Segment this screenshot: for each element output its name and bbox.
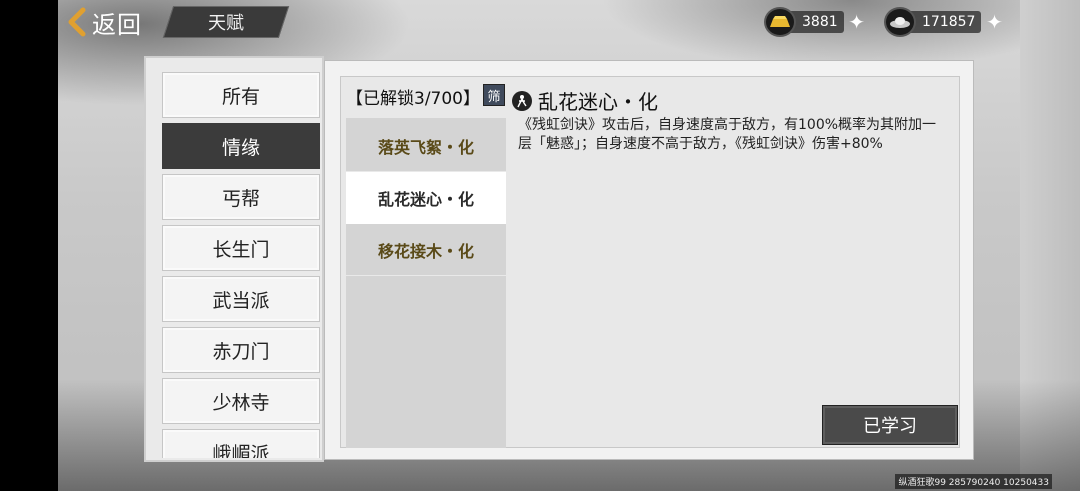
detail-title: 乱花迷心・化 bbox=[538, 90, 658, 114]
category-label: 赤刀门 bbox=[212, 340, 270, 363]
category-changshengmen[interactable]: 长生门 bbox=[162, 225, 320, 271]
talent-list: 落英飞絮・化 乱花迷心・化 移花接木・化 bbox=[346, 118, 506, 448]
category-label: 所有 bbox=[221, 85, 260, 108]
silver-currency: 171857 ✦ bbox=[884, 7, 1003, 37]
back-button[interactable]: 返回 bbox=[66, 4, 142, 40]
category-label: 少林寺 bbox=[212, 391, 270, 414]
silver-amount-bar: 171857 bbox=[908, 11, 982, 33]
gold-ingot-icon bbox=[764, 7, 796, 37]
unlock-count: 【已解锁3/700】 bbox=[346, 89, 480, 109]
page-title: 天赋 bbox=[208, 13, 244, 34]
silver-ingot-icon bbox=[884, 7, 916, 37]
category-label: 长生门 bbox=[212, 238, 270, 261]
category-emeipai[interactable]: 峨嵋派 bbox=[162, 429, 320, 458]
detail-header: 乱花迷心・化 bbox=[512, 86, 658, 115]
category-label: 情缘 bbox=[221, 136, 260, 159]
detail-description: 《残虹剑诀》攻击后，自身速度高于敌方，有100%概率为其附加一层「魅惑」；自身速… bbox=[518, 117, 937, 152]
gold-amount: 3881 bbox=[802, 14, 838, 30]
category-all[interactable]: 所有 bbox=[162, 72, 320, 118]
silver-amount: 171857 bbox=[922, 14, 976, 30]
server-info: 纵酒狂歌99 285790240 10250433 bbox=[895, 474, 1052, 489]
category-label: 丐帮 bbox=[221, 187, 260, 210]
category-label: 武当派 bbox=[212, 289, 270, 312]
category-label: 峨嵋派 bbox=[212, 442, 270, 459]
talent-label: 移花接木・化 bbox=[377, 241, 474, 261]
talent-item[interactable]: 落英飞絮・化 bbox=[346, 120, 506, 172]
left-letterbox bbox=[0, 0, 58, 491]
talent-label: 落英飞絮・化 bbox=[377, 137, 474, 157]
category-chidaomen[interactable]: 赤刀门 bbox=[162, 327, 320, 373]
talent-item[interactable]: 移花接木・化 bbox=[346, 224, 506, 276]
talent-item-selected[interactable]: 乱花迷心・化 bbox=[346, 172, 506, 224]
martial-stance-icon bbox=[512, 90, 532, 111]
category-list: 所有 情缘 丐帮 长生门 武当派 赤刀门 少林寺 峨嵋派 bbox=[162, 72, 320, 458]
chevron-left-icon bbox=[68, 7, 86, 37]
filter-button[interactable]: 筛 bbox=[483, 84, 505, 106]
category-wudangpai[interactable]: 武当派 bbox=[162, 276, 320, 322]
talent-label: 乱花迷心・化 bbox=[377, 190, 474, 209]
add-gold-icon[interactable]: ✦ bbox=[848, 12, 866, 32]
category-gaibang[interactable]: 丐帮 bbox=[162, 174, 320, 220]
gold-currency: 3881 ✦ bbox=[764, 7, 866, 37]
add-silver-icon[interactable]: ✦ bbox=[985, 12, 1003, 32]
category-qingyuan[interactable]: 情缘 bbox=[162, 123, 320, 169]
back-label: 返回 bbox=[92, 10, 142, 39]
category-shaolinsi[interactable]: 少林寺 bbox=[162, 378, 320, 424]
gold-amount-bar: 3881 bbox=[788, 11, 844, 33]
learned-button[interactable]: 已学习 bbox=[822, 405, 958, 445]
